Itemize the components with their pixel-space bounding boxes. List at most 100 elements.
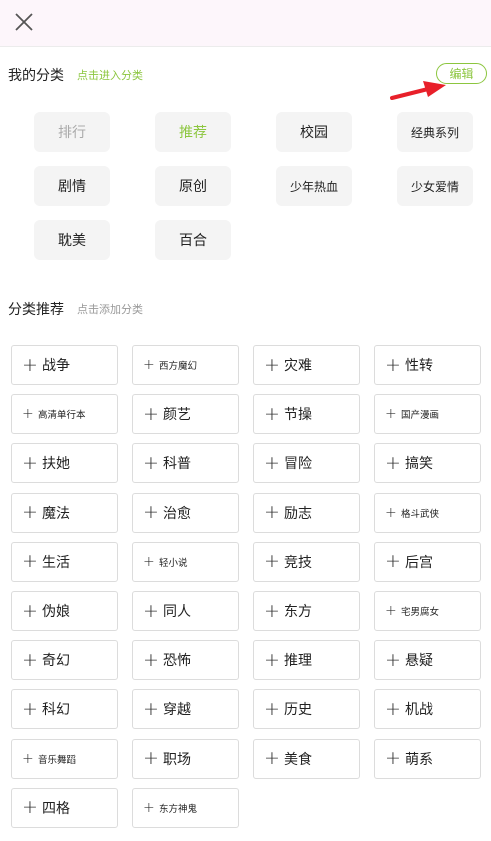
my-category-chip[interactable]: 原创 bbox=[155, 166, 231, 206]
recommend-title: 分类推荐 bbox=[8, 302, 64, 318]
my-category-chip[interactable]: 校园 bbox=[276, 112, 352, 152]
add-category-button[interactable]: + 东方神鬼 bbox=[132, 787, 239, 828]
plus-icon: + bbox=[22, 599, 38, 622]
add-category-button[interactable]: + 宅男腐女 bbox=[374, 591, 481, 631]
add-category-button[interactable]: + 高清单行本 bbox=[11, 394, 118, 435]
category-label: 伪娘 bbox=[42, 604, 70, 620]
category-label: 灾难 bbox=[284, 358, 312, 374]
my-categories-title: 我的分类 bbox=[8, 68, 64, 84]
add-category-button[interactable]: + 西方魔幻 bbox=[132, 345, 239, 385]
category-label: 战争 bbox=[42, 358, 70, 374]
add-category-button[interactable]: + 科普 bbox=[132, 443, 239, 484]
plus-icon: + bbox=[385, 504, 397, 521]
category-label: 性转 bbox=[405, 358, 433, 374]
category-label: 后宫 bbox=[405, 554, 433, 571]
my-category-chip[interactable]: 经典系列 bbox=[397, 112, 473, 152]
category-label: 同人 bbox=[163, 604, 191, 620]
plus-icon: + bbox=[143, 402, 159, 425]
plus-icon: + bbox=[143, 501, 159, 524]
add-category-button[interactable]: + 战争 bbox=[11, 345, 118, 385]
add-category-button[interactable]: + 国产漫画 bbox=[374, 394, 481, 435]
my-categories-hint: 点击进入分类 bbox=[77, 69, 143, 82]
plus-icon: + bbox=[22, 501, 38, 524]
category-label: 治愈 bbox=[163, 505, 191, 522]
add-category-button[interactable]: + 伪娘 bbox=[11, 591, 118, 631]
add-category-button[interactable]: + 魔法 bbox=[11, 492, 118, 533]
add-category-button[interactable]: + 后宫 bbox=[374, 541, 481, 582]
plus-icon: + bbox=[385, 406, 397, 423]
add-category-button[interactable]: + 冒险 bbox=[253, 443, 360, 484]
category-label: 颜艺 bbox=[163, 407, 191, 424]
plus-icon: + bbox=[385, 550, 401, 573]
add-category-button[interactable]: + 生活 bbox=[11, 541, 118, 582]
add-category-button[interactable]: + 推理 bbox=[253, 640, 360, 681]
category-label: 奇幻 bbox=[42, 653, 70, 670]
category-label: 生活 bbox=[42, 554, 70, 571]
plus-icon: + bbox=[264, 451, 280, 474]
category-label: 国产漫画 bbox=[401, 410, 440, 422]
add-category-button[interactable]: + 四格 bbox=[11, 787, 118, 828]
my-category-chip[interactable]: 剧情 bbox=[34, 166, 110, 206]
close-icon[interactable] bbox=[11, 9, 37, 35]
my-category-chip[interactable]: 推荐 bbox=[155, 112, 231, 152]
my-category-chip[interactable]: 少女爱情 bbox=[397, 166, 473, 206]
plus-icon: + bbox=[22, 451, 38, 474]
recommend-hint: 点击添加分类 bbox=[77, 303, 143, 316]
my-category-chip[interactable]: 少年热血 bbox=[276, 166, 352, 206]
add-category-button[interactable]: + 颜艺 bbox=[132, 394, 239, 435]
category-label: 科普 bbox=[163, 456, 191, 473]
category-label: 音乐舞蹈 bbox=[38, 754, 77, 766]
plus-icon: + bbox=[385, 353, 401, 376]
add-category-button[interactable]: + 穿越 bbox=[132, 689, 239, 730]
add-category-button[interactable]: + 搞笑 bbox=[374, 443, 481, 484]
category-label: 萌系 bbox=[405, 751, 433, 768]
add-category-button[interactable]: + 性转 bbox=[374, 345, 481, 385]
category-label: 宅男腐女 bbox=[401, 607, 440, 618]
plus-icon: + bbox=[264, 501, 280, 524]
add-category-button[interactable]: + 恐怖 bbox=[132, 640, 239, 681]
category-label: 魔法 bbox=[42, 505, 70, 522]
add-category-button[interactable]: + 东方 bbox=[253, 591, 360, 631]
category-label: 励志 bbox=[284, 505, 312, 522]
plus-icon: + bbox=[143, 747, 159, 770]
add-category-button[interactable]: + 科幻 bbox=[11, 689, 118, 730]
add-category-button[interactable]: + 治愈 bbox=[132, 492, 239, 533]
my-category-chip[interactable]: 耽美 bbox=[34, 220, 110, 260]
category-label: 节操 bbox=[284, 407, 312, 424]
add-category-button[interactable]: + 竞技 bbox=[253, 541, 360, 582]
add-category-button[interactable]: + 奇幻 bbox=[11, 640, 118, 681]
add-category-button[interactable]: + 励志 bbox=[253, 492, 360, 533]
plus-icon: + bbox=[264, 402, 280, 425]
add-category-button[interactable]: + 格斗武侠 bbox=[374, 492, 481, 533]
plus-icon: + bbox=[385, 648, 401, 671]
category-label: 东方神鬼 bbox=[159, 803, 198, 815]
category-label: 西方魔幻 bbox=[159, 361, 198, 372]
my-category-chip[interactable]: 百合 bbox=[155, 220, 231, 260]
category-label: 美食 bbox=[284, 751, 312, 768]
add-category-button[interactable]: + 音乐舞蹈 bbox=[11, 738, 118, 779]
arrow-icon bbox=[390, 81, 446, 100]
add-category-button[interactable]: + 历史 bbox=[253, 689, 360, 730]
add-category-button[interactable]: + 机战 bbox=[374, 689, 481, 730]
category-label: 轻小说 bbox=[159, 557, 188, 569]
plus-icon: + bbox=[22, 750, 34, 767]
plus-icon: + bbox=[22, 353, 38, 376]
add-category-button[interactable]: + 节操 bbox=[253, 394, 360, 435]
add-category-button[interactable]: + 灾难 bbox=[253, 345, 360, 385]
plus-icon: + bbox=[22, 648, 38, 671]
add-category-button[interactable]: + 同人 bbox=[132, 591, 239, 631]
category-label: 悬疑 bbox=[405, 653, 433, 670]
add-category-button[interactable]: + 轻小说 bbox=[132, 541, 239, 582]
add-category-button[interactable]: + 职场 bbox=[132, 738, 239, 779]
category-label: 科幻 bbox=[42, 702, 70, 719]
plus-icon: + bbox=[385, 697, 401, 720]
category-label: 扶她 bbox=[42, 456, 70, 473]
add-category-button[interactable]: + 美食 bbox=[253, 738, 360, 779]
plus-icon: + bbox=[143, 451, 159, 474]
my-category-chip[interactable]: 排行 bbox=[34, 112, 110, 152]
add-category-button[interactable]: + 悬疑 bbox=[374, 640, 481, 681]
add-category-button[interactable]: + 萌系 bbox=[374, 738, 481, 779]
category-label: 机战 bbox=[405, 702, 433, 719]
add-category-button[interactable]: + 扶她 bbox=[11, 443, 118, 484]
category-label: 推理 bbox=[284, 653, 312, 670]
